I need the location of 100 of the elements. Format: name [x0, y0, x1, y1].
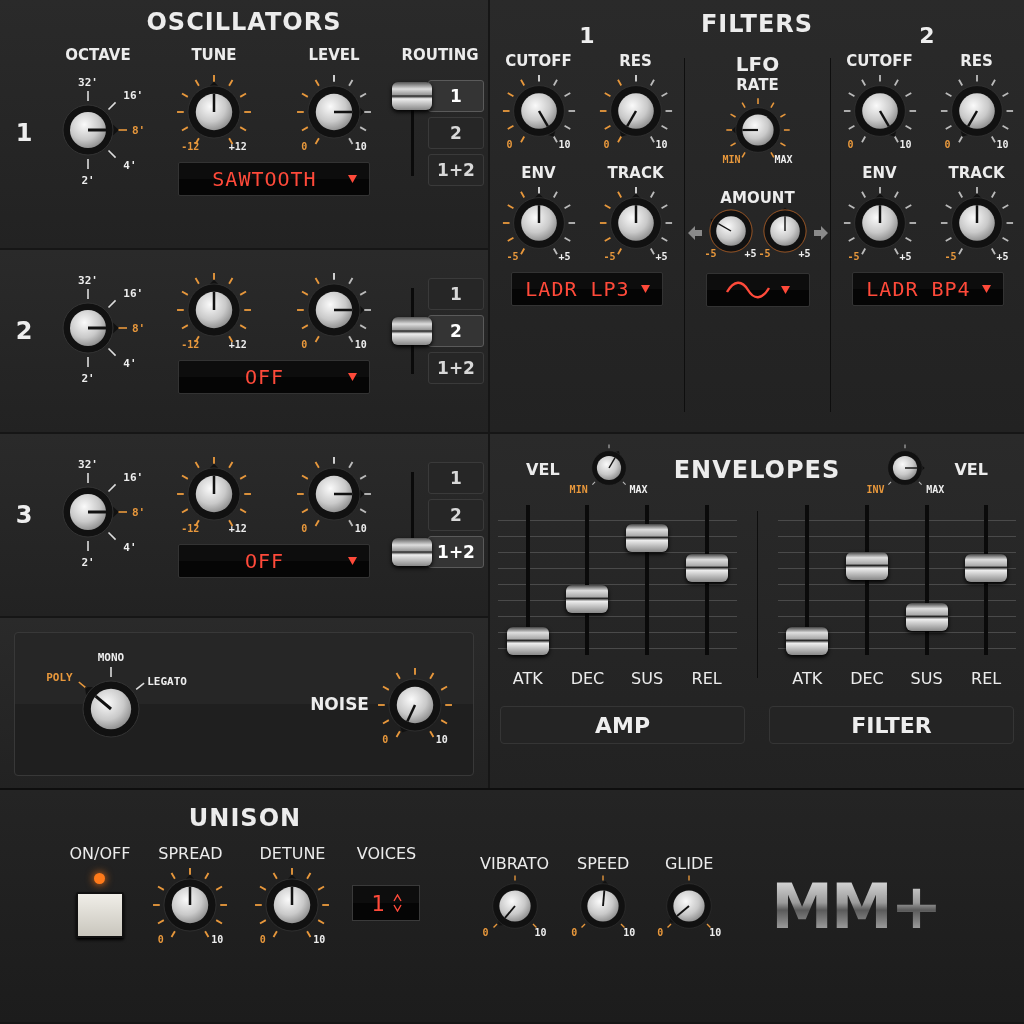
scale-label: +5 — [798, 247, 811, 259]
knob-label: TRACK — [607, 163, 664, 182]
knob-label: RES — [960, 52, 993, 70]
routing-button[interactable]: 1+2 — [428, 352, 484, 384]
envelope-name-panel: AMP — [500, 706, 745, 745]
fader[interactable] — [963, 505, 1010, 656]
knob-label: NOISE — [310, 694, 369, 714]
octave-label: 2' — [81, 372, 95, 385]
scale-label: 10 — [534, 927, 547, 939]
knob-label: RATE — [736, 76, 779, 94]
routing-button[interactable]: 1 — [428, 278, 484, 310]
fader-thumb[interactable] — [905, 602, 948, 631]
scale-label: 10 — [435, 733, 448, 745]
routing-button[interactable]: 2 — [428, 117, 484, 149]
routing-switch-thumb[interactable] — [392, 82, 432, 110]
scale-label: +12 — [228, 338, 247, 350]
scale-label: 10 — [996, 138, 1009, 150]
scale-label: -12 — [181, 522, 200, 534]
switch-label: ON/OFF — [69, 844, 131, 863]
power-button[interactable] — [76, 892, 124, 938]
knob-label: CUTOFF — [505, 52, 572, 70]
filter-number: 2 — [919, 23, 935, 48]
waveform-dropdown[interactable]: OFF — [178, 543, 370, 578]
fader[interactable] — [843, 505, 890, 656]
fader-thumb[interactable] — [626, 523, 669, 552]
octave-label: 32' — [78, 458, 98, 471]
oscillator-number: 3 — [15, 501, 33, 529]
scale-label: 10 — [211, 933, 224, 945]
fader[interactable] — [903, 505, 950, 656]
scale-label: -5 — [603, 250, 616, 262]
routing-button[interactable]: 1+2 — [428, 154, 484, 186]
caret-icon — [348, 174, 357, 183]
knob-label: ENV — [862, 163, 897, 182]
scale-label: 0 — [157, 933, 164, 945]
fader[interactable] — [683, 505, 730, 656]
fader-label: ATK — [511, 669, 544, 689]
fader-thumb[interactable] — [786, 627, 829, 656]
scale-label: 0 — [944, 138, 951, 150]
routing-button[interactable]: 2 — [428, 499, 484, 531]
scale-label: 10 — [558, 138, 571, 150]
scale-label: MIN — [569, 484, 588, 496]
knob[interactable] — [760, 207, 809, 256]
lfo-shape-dropdown[interactable] — [705, 272, 810, 307]
waveform-dropdown[interactable]: OFF — [178, 359, 370, 394]
fader[interactable] — [564, 505, 611, 656]
octave-knob[interactable] — [62, 486, 119, 538]
column-label: TUNE — [191, 46, 237, 64]
scale-label: +5 — [996, 250, 1009, 262]
octave-knob[interactable] — [62, 302, 119, 354]
scale-label: +5 — [558, 250, 571, 262]
routing-button[interactable]: 1 — [428, 80, 484, 112]
fader[interactable] — [624, 505, 671, 656]
fader[interactable] — [784, 505, 831, 656]
scale-label: +12 — [228, 522, 247, 534]
fader-thumb[interactable] — [506, 627, 549, 656]
knob[interactable] — [706, 207, 755, 256]
knob-label: VIBRATO — [480, 854, 550, 873]
fader-label: DEC — [569, 669, 606, 689]
filter-number: 1 — [579, 23, 595, 48]
routing-button[interactable]: 1+2 — [428, 536, 484, 568]
knob-label: VEL — [954, 460, 988, 480]
fader-thumb[interactable] — [685, 554, 728, 583]
scale-label: INV — [866, 484, 885, 496]
octave-label: 2' — [81, 174, 95, 187]
column-label: OCTAVE — [65, 46, 131, 64]
scale-label: MAX — [629, 484, 648, 496]
scale-label: 0 — [847, 138, 854, 150]
fader-thumb[interactable] — [845, 551, 888, 580]
mode-label: POLY — [46, 670, 73, 684]
fader-thumb[interactable] — [566, 584, 609, 613]
voices-stepper[interactable]: 1 — [352, 885, 421, 921]
routing-button[interactable]: 1 — [428, 462, 484, 494]
caret-icon — [641, 284, 650, 293]
knob-label: SPEED — [577, 854, 630, 873]
routing-switch-thumb[interactable] — [392, 317, 432, 345]
octave-knob[interactable] — [62, 104, 119, 156]
fader-thumb[interactable] — [965, 554, 1008, 583]
caret-icon — [982, 284, 991, 293]
octave-label: 32' — [78, 274, 98, 287]
right-arrow-icon — [812, 225, 829, 242]
scale-label: 10 — [354, 522, 367, 534]
scale-label: 0 — [506, 138, 513, 150]
caret-icon — [781, 285, 790, 294]
octave-label: 4' — [123, 159, 137, 173]
scale-label: 0 — [571, 927, 578, 939]
voice-mode-knob[interactable] — [82, 680, 140, 738]
scale-label: MIN — [722, 154, 741, 166]
left-arrow-icon — [686, 225, 703, 242]
routing-button[interactable]: 2 — [428, 315, 484, 347]
octave-label: 4' — [123, 357, 137, 371]
scale-label: -5 — [847, 250, 860, 262]
fader-label: ATK — [791, 669, 824, 689]
scale-label: -12 — [181, 338, 200, 350]
fader[interactable] — [504, 505, 551, 656]
routing-switch-thumb[interactable] — [392, 538, 432, 566]
filter-type-dropdown[interactable]: LADR BP4 — [852, 271, 1004, 306]
waveform-dropdown[interactable]: SAWTOOTH — [178, 161, 370, 196]
knob-label: SPREAD — [158, 844, 223, 863]
filter-type-dropdown[interactable]: LADR LP3 — [511, 271, 663, 306]
octave-label: 8' — [132, 506, 146, 519]
